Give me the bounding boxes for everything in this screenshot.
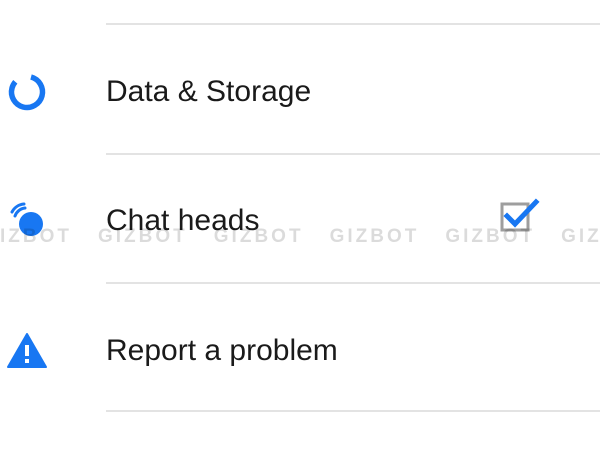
chat-heads-icon	[10, 202, 43, 236]
settings-item-report-problem[interactable]: Report a problem	[0, 286, 600, 412]
settings-item-data-storage[interactable]: Data & Storage	[0, 27, 600, 153]
divider	[106, 23, 600, 25]
settings-item-label: Report a problem	[106, 334, 338, 367]
settings-item-chat-heads[interactable]: Chat heads	[0, 156, 600, 282]
warning-icon	[7, 333, 47, 368]
divider	[106, 153, 600, 155]
divider	[106, 410, 600, 412]
settings-item-label: Data & Storage	[106, 75, 312, 108]
settings-item-label: Chat heads	[106, 204, 260, 237]
divider	[106, 282, 600, 284]
data-storage-icon	[8, 73, 46, 111]
chat-heads-checkbox[interactable]	[498, 198, 542, 234]
settings-screen: Data & Storage Chat heads Report a probl…	[0, 0, 600, 450]
